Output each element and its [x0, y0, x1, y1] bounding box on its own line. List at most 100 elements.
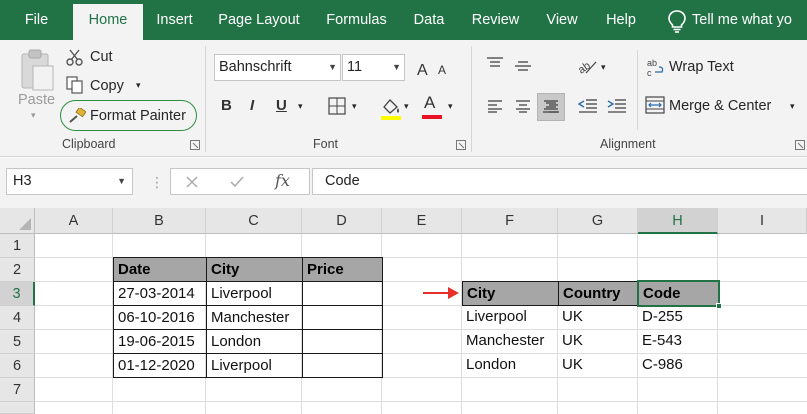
column-header-a[interactable]: A	[35, 208, 113, 234]
font-color-button[interactable]: A	[424, 93, 435, 113]
column-header-e[interactable]: E	[382, 208, 462, 234]
table-2-cell[interactable]: UK	[558, 353, 638, 377]
table-1-header-date[interactable]: Date	[113, 257, 207, 282]
active-cell-selection[interactable]	[637, 280, 720, 307]
underline-button[interactable]: U	[276, 97, 287, 114]
row-header-1[interactable]: 1	[0, 234, 35, 258]
insert-function-button[interactable]: fx	[275, 171, 290, 190]
table-2-cell[interactable]: Liverpool	[462, 305, 558, 329]
fill-handle[interactable]	[716, 303, 722, 309]
table-1-cell[interactable]: 27-03-2014	[113, 281, 207, 306]
tab-formulas[interactable]: Formulas	[312, 0, 401, 40]
clipboard-dialog-launcher-icon[interactable]	[190, 140, 200, 150]
font-name-select[interactable]: Bahnschrift ▼	[214, 54, 341, 81]
font-size-select[interactable]: 11 ▼	[342, 54, 405, 81]
formula-input[interactable]: Code	[312, 168, 807, 195]
row-header-3[interactable]: 3	[0, 282, 35, 306]
underline-dropdown-icon[interactable]: ▾	[298, 101, 303, 112]
merge-center-button[interactable]: Merge & Center	[669, 98, 771, 114]
tab-review[interactable]: Review	[457, 0, 534, 40]
decrease-indent-icon[interactable]	[578, 98, 598, 114]
table-1-header-price[interactable]: Price	[302, 257, 383, 282]
increase-indent-icon[interactable]	[607, 98, 627, 114]
select-all-corner[interactable]	[0, 208, 35, 234]
row-header-2[interactable]: 2	[0, 258, 35, 282]
tab-home[interactable]: Home	[73, 4, 143, 40]
column-header-d[interactable]: D	[302, 208, 382, 234]
orientation-icon[interactable]: ab	[576, 56, 598, 76]
table-1-cell[interactable]: London	[206, 329, 303, 354]
table-2-cell[interactable]: D-255	[638, 305, 718, 329]
column-header-c[interactable]: C	[206, 208, 302, 234]
tab-help[interactable]: Help	[590, 0, 652, 40]
row-header-4[interactable]: 4	[0, 306, 35, 330]
column-header-h[interactable]: H	[638, 208, 718, 234]
table-2-header-city[interactable]: City	[462, 281, 559, 306]
bold-button[interactable]: B	[221, 97, 232, 114]
cancel-icon[interactable]	[185, 175, 199, 189]
borders-dropdown-icon[interactable]: ▾	[352, 101, 357, 112]
italic-button[interactable]: I	[250, 97, 254, 114]
table-1-cell[interactable]	[302, 305, 383, 330]
table-1-cell[interactable]: 01-12-2020	[113, 353, 207, 378]
paste-dropdown-icon[interactable]: ▾	[31, 110, 36, 121]
table-1-cell[interactable]: Manchester	[206, 305, 303, 330]
row-header-6[interactable]: 6	[0, 354, 35, 378]
row-header-7[interactable]: 7	[0, 378, 35, 402]
alignment-dialog-launcher-icon[interactable]	[795, 140, 805, 150]
top-align-icon[interactable]	[486, 57, 504, 71]
fill-color-dropdown-icon[interactable]: ▾	[404, 101, 409, 112]
name-box[interactable]: H3 ▼	[6, 168, 133, 195]
enter-check-icon[interactable]	[229, 175, 245, 189]
table-2-cell[interactable]: UK	[558, 305, 638, 329]
merge-dropdown-icon[interactable]: ▾	[790, 101, 795, 112]
wrap-text-button[interactable]: Wrap Text	[669, 59, 734, 75]
tell-me-search[interactable]: Tell me what yo	[692, 0, 807, 40]
orientation-dropdown-icon[interactable]: ▾	[601, 62, 606, 73]
middle-align-icon[interactable]	[514, 60, 532, 74]
paste-icon[interactable]	[18, 48, 56, 94]
ribbon-divider	[471, 46, 472, 152]
align-center-icon[interactable]	[515, 99, 531, 113]
table-1-cell[interactable]: 19-06-2015	[113, 329, 207, 354]
table-1-cell[interactable]: Liverpool	[206, 353, 303, 378]
table-2-cell[interactable]: Manchester	[462, 329, 558, 353]
table-1-cell[interactable]: 06-10-2016	[113, 305, 207, 330]
table-2-cell[interactable]: C-986	[638, 353, 718, 377]
table-1-cell[interactable]	[302, 281, 383, 306]
tab-insert[interactable]: Insert	[143, 0, 206, 40]
tab-page-layout[interactable]: Page Layout	[206, 0, 312, 40]
borders-icon[interactable]	[327, 96, 347, 116]
chevron-down-icon: ▼	[392, 62, 401, 72]
fill-color-icon[interactable]	[380, 95, 402, 121]
column-header-b[interactable]: B	[113, 208, 206, 234]
table-1-header-city[interactable]: City	[206, 257, 303, 282]
shrink-font-icon[interactable]: A	[437, 61, 451, 77]
grow-font-icon[interactable]: A	[416, 58, 432, 78]
paste-label[interactable]: Paste	[18, 92, 55, 108]
tab-file[interactable]: File	[0, 0, 73, 40]
table-1-cell[interactable]: Liverpool	[206, 281, 303, 306]
copy-button[interactable]: Copy	[90, 78, 124, 94]
table-2-cell[interactable]: E-543	[638, 329, 718, 353]
table-1-cell[interactable]	[302, 353, 383, 378]
table-2-cell[interactable]: UK	[558, 329, 638, 353]
font-dialog-launcher-icon[interactable]	[456, 140, 466, 150]
cut-button[interactable]: Cut	[90, 49, 113, 65]
tab-data[interactable]: Data	[401, 0, 457, 40]
column-header-f[interactable]: F	[462, 208, 558, 234]
copy-dropdown-icon[interactable]: ▾	[136, 80, 141, 91]
table-2-header-country[interactable]: Country	[558, 281, 639, 306]
tab-view[interactable]: View	[534, 0, 590, 40]
table-1-cell[interactable]	[302, 329, 383, 354]
align-left-icon[interactable]	[487, 99, 503, 113]
font-color-dropdown-icon[interactable]: ▾	[448, 101, 453, 112]
column-header-i[interactable]: I	[718, 208, 807, 234]
row-header-5[interactable]: 5	[0, 330, 35, 354]
table-2-cell[interactable]: London	[462, 353, 558, 377]
column-header-g[interactable]: G	[558, 208, 638, 234]
row-header-8[interactable]	[0, 402, 35, 414]
chevron-down-icon: ▼	[117, 176, 126, 186]
align-right-icon[interactable]	[543, 99, 559, 113]
svg-text:ab: ab	[647, 58, 657, 68]
